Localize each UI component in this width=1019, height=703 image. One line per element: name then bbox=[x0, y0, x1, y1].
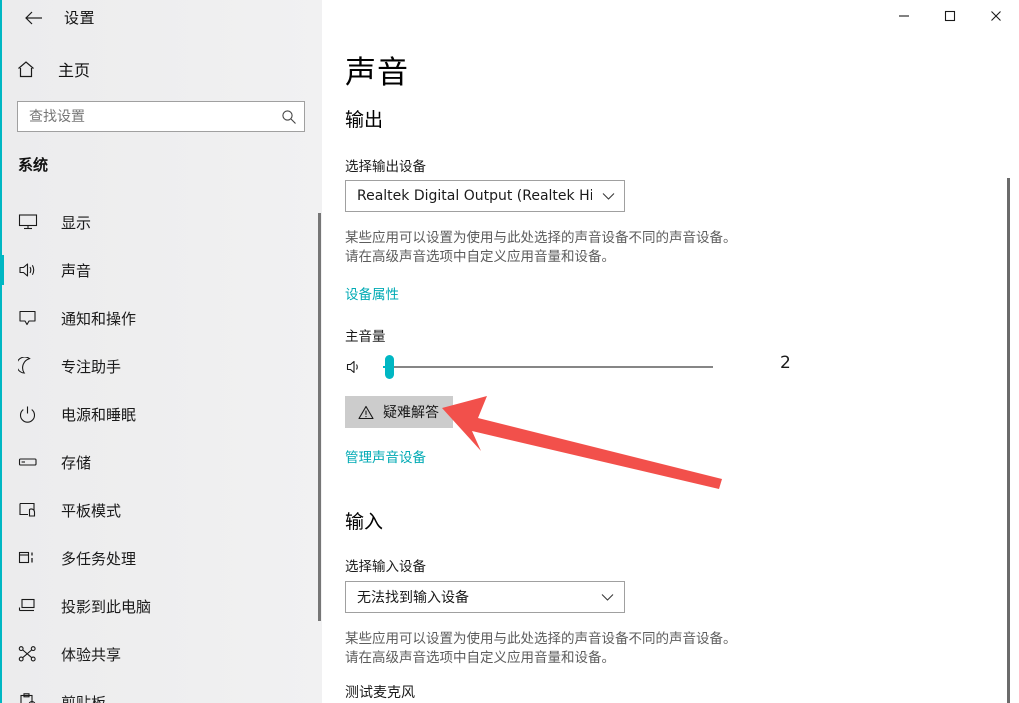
slider-thumb[interactable] bbox=[385, 355, 395, 379]
sidebar-scrollbar[interactable] bbox=[318, 213, 321, 621]
power-icon bbox=[18, 405, 44, 423]
home-icon bbox=[16, 60, 42, 79]
chevron-down-icon bbox=[592, 192, 624, 201]
sidebar-item-power-sleep[interactable]: 电源和睡眠 bbox=[0, 390, 322, 438]
sidebar-home-item[interactable]: 主页 bbox=[16, 52, 306, 86]
tablet-mode-icon bbox=[18, 501, 44, 519]
master-volume-slider[interactable]: 2 bbox=[345, 352, 805, 382]
back-button[interactable] bbox=[12, 2, 56, 34]
back-arrow-icon bbox=[25, 11, 42, 25]
project-to-pc-icon bbox=[18, 597, 44, 615]
sidebar-item-label: 多任务处理 bbox=[61, 549, 137, 568]
sidebar-item-focus-assist[interactable]: 专注助手 bbox=[0, 342, 322, 390]
output-description-line1: 某些应用可以设置为使用与此处选择的声音设备不同的声音设备。 bbox=[345, 230, 737, 246]
sidebar-item-label: 电源和睡眠 bbox=[61, 405, 137, 424]
notification-chat-icon bbox=[18, 309, 44, 327]
sidebar-item-label: 声音 bbox=[61, 261, 92, 280]
master-volume-value: 2 bbox=[780, 353, 791, 373]
sidebar-group-header: 系统 bbox=[18, 156, 49, 174]
sidebar-item-label: 通知和操作 bbox=[61, 309, 137, 328]
display-monitor-icon bbox=[18, 213, 44, 231]
output-device-value: Realtek Digital Output (Realtek Hi... bbox=[357, 188, 593, 204]
input-device-value: 无法找到输入设备 bbox=[357, 590, 469, 606]
warning-triangle-icon bbox=[358, 405, 374, 420]
sidebar-item-clipboard[interactable]: 剪贴板 bbox=[0, 678, 322, 703]
minimize-button[interactable] bbox=[881, 0, 927, 32]
sidebar-item-label: 体验共享 bbox=[61, 645, 122, 664]
maximize-button[interactable] bbox=[927, 0, 973, 32]
search-box[interactable] bbox=[17, 101, 305, 132]
window-accent-edge bbox=[0, 0, 2, 703]
sidebar-nav-list: 显示 声音 通知和操作 专注助手 电源和睡眠 存储 平板模式 多任务处理 投影到… bbox=[0, 198, 322, 703]
sidebar-item-notifications[interactable]: 通知和操作 bbox=[0, 294, 322, 342]
output-description-line2: 请在高级声音选项中自定义应用音量和设备。 bbox=[345, 249, 615, 265]
sidebar-item-storage[interactable]: 存储 bbox=[0, 438, 322, 486]
master-volume-label: 主音量 bbox=[345, 329, 386, 345]
output-device-label: 选择输出设备 bbox=[345, 159, 426, 175]
sound-speaker-icon bbox=[18, 261, 44, 279]
sidebar-item-shared-experiences[interactable]: 体验共享 bbox=[0, 630, 322, 678]
sidebar-item-project-to-pc[interactable]: 投影到此电脑 bbox=[0, 582, 322, 630]
input-section-title: 输入 bbox=[345, 511, 384, 533]
close-button[interactable] bbox=[973, 0, 1019, 32]
window-title: 设置 bbox=[64, 9, 96, 27]
speaker-volume-icon bbox=[345, 357, 365, 377]
sidebar-item-label: 存储 bbox=[61, 453, 92, 472]
moon-focus-icon bbox=[18, 357, 44, 375]
page-title: 声音 bbox=[345, 55, 409, 91]
chevron-down-icon bbox=[590, 593, 624, 602]
shared-experiences-icon bbox=[18, 645, 44, 663]
input-device-label: 选择输入设备 bbox=[345, 559, 426, 575]
window-controls bbox=[881, 0, 1019, 32]
troubleshoot-button[interactable]: 疑难解答 bbox=[345, 396, 453, 428]
sidebar-home-label: 主页 bbox=[58, 61, 91, 80]
sidebar-item-label: 平板模式 bbox=[61, 501, 122, 520]
input-description-line2: 请在高级声音选项中自定义应用音量和设备。 bbox=[345, 650, 615, 666]
sidebar-item-label: 专注助手 bbox=[61, 357, 122, 376]
settings-window: 设置 主页 系统 bbox=[0, 0, 1019, 703]
troubleshoot-button-label: 疑难解答 bbox=[383, 405, 439, 421]
main-scrollbar[interactable] bbox=[1007, 178, 1010, 703]
main-content: 声音 输出 选择输出设备 Realtek Digital Output (Rea… bbox=[322, 0, 1019, 703]
sidebar-item-tablet-mode[interactable]: 平板模式 bbox=[0, 486, 322, 534]
sidebar-item-label: 投影到此电脑 bbox=[61, 597, 152, 616]
device-properties-link[interactable]: 设备属性 bbox=[345, 283, 399, 303]
search-input[interactable] bbox=[18, 102, 274, 131]
multitasking-icon bbox=[18, 549, 44, 567]
output-device-dropdown[interactable]: Realtek Digital Output (Realtek Hi... bbox=[345, 180, 625, 212]
slider-track bbox=[383, 366, 713, 368]
storage-disk-icon bbox=[18, 453, 44, 471]
manage-sound-devices-link[interactable]: 管理声音设备 bbox=[345, 446, 426, 466]
sidebar-item-label: 显示 bbox=[61, 213, 92, 232]
sidebar-item-sound[interactable]: 声音 bbox=[0, 246, 322, 294]
test-microphone-label: 测试麦克风 bbox=[345, 685, 415, 701]
clipboard-icon bbox=[18, 693, 44, 703]
sidebar-item-label: 剪贴板 bbox=[61, 693, 107, 703]
sidebar-item-display[interactable]: 显示 bbox=[0, 198, 322, 246]
sidebar-item-multitasking[interactable]: 多任务处理 bbox=[0, 534, 322, 582]
input-device-dropdown[interactable]: 无法找到输入设备 bbox=[345, 581, 625, 613]
input-description-line1: 某些应用可以设置为使用与此处选择的声音设备不同的声音设备。 bbox=[345, 631, 737, 647]
output-section-title: 输出 bbox=[345, 109, 384, 131]
sidebar: 设置 主页 系统 bbox=[0, 0, 322, 703]
search-icon bbox=[274, 109, 304, 125]
